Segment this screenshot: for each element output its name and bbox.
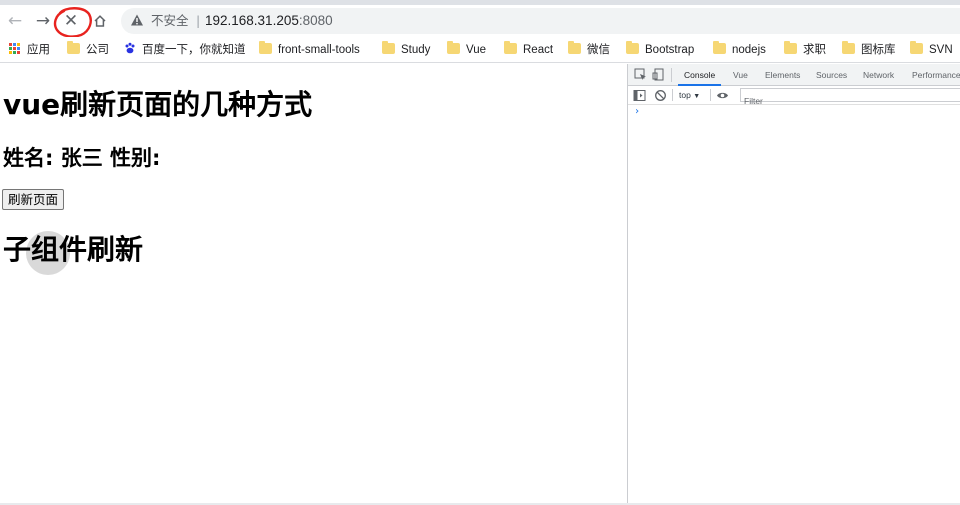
- address-separator: |: [196, 13, 201, 28]
- forward-arrow-icon[interactable]: →: [30, 8, 56, 34]
- bookmark-folder[interactable]: 图标库: [842, 41, 896, 59]
- folder-icon: [842, 41, 855, 54]
- tab-console[interactable]: Console: [678, 64, 722, 86]
- show-sidebar-icon[interactable]: [633, 89, 646, 102]
- folder-icon: [626, 41, 639, 54]
- bookmark-label: Vue: [466, 44, 487, 56]
- warning-triangle-icon: [131, 14, 143, 26]
- bookmark-label: Study: [401, 44, 431, 56]
- bookmark-label: SVN: [929, 44, 953, 56]
- bookmark-baidu[interactable]: 百度一下，你就知道: [124, 41, 246, 59]
- dropdown-arrow-icon: ▼: [693, 93, 701, 100]
- filter-input[interactable]: [741, 95, 960, 107]
- bookmark-folder[interactable]: 求职: [784, 41, 826, 59]
- device-toolbar-icon[interactable]: [652, 68, 665, 81]
- console-toolbar: top ▼: [628, 86, 960, 107]
- url-host: 192.168.31.205: [205, 13, 299, 28]
- clear-console-icon[interactable]: [654, 89, 667, 102]
- devtools-divider: [672, 89, 673, 101]
- devtools-divider: [671, 68, 672, 82]
- person-info: 姓名: 张三 性别:: [3, 146, 161, 170]
- folder-icon: [447, 41, 460, 54]
- bookmarks-bar: 应用 公司 百度一下，你就知道 front-small-tools Study …: [0, 37, 960, 63]
- child-component-title: 子组件刷新: [3, 233, 144, 266]
- tab-vue[interactable]: Vue: [733, 64, 748, 86]
- inspect-element-icon[interactable]: [634, 68, 647, 81]
- bookmark-folder[interactable]: nodejs: [713, 41, 766, 59]
- bookmark-label: nodejs: [732, 44, 766, 56]
- page-title: vue刷新页面的几种方式: [3, 88, 313, 121]
- bookmark-label: 求职: [803, 44, 826, 56]
- tab-sources[interactable]: Sources: [816, 64, 847, 86]
- refresh-page-button[interactable]: 刷新页面: [2, 189, 64, 210]
- bookmark-label: front-small-tools: [278, 44, 360, 56]
- apps-grid-icon: [9, 43, 20, 54]
- bookmark-folder[interactable]: React: [504, 41, 553, 59]
- console-prompt[interactable]: ›: [634, 105, 640, 119]
- url-port: :8080: [298, 13, 333, 28]
- folder-icon: [784, 41, 797, 54]
- stop-loading-icon[interactable]: ✕: [58, 8, 84, 34]
- browser-toolbar: ← → ✕ 不安全 | 192.168.31.205:8080: [0, 5, 960, 38]
- page-viewport: [0, 64, 627, 505]
- bookmark-label: 微信: [587, 44, 610, 56]
- bookmark-label: React: [523, 44, 554, 56]
- bookmark-label: 图标库: [861, 44, 896, 56]
- bookmark-apps[interactable]: 应用: [9, 41, 50, 59]
- bookmark-label: Bootstrap: [645, 44, 695, 56]
- devtools-tabbar: Console Vue Elements Sources Network Per…: [628, 64, 960, 86]
- folder-icon: [382, 41, 395, 54]
- bookmark-folder[interactable]: Bootstrap: [626, 41, 694, 59]
- folder-icon: [910, 41, 923, 54]
- tab-elements[interactable]: Elements: [765, 64, 800, 86]
- bookmark-folder[interactable]: Study: [382, 41, 430, 59]
- eye-icon[interactable]: [716, 89, 729, 102]
- not-secure-label[interactable]: 不安全: [151, 13, 189, 29]
- baidu-paw-icon: [125, 42, 135, 54]
- back-arrow-icon[interactable]: ←: [2, 8, 28, 34]
- address-bar[interactable]: 不安全 | 192.168.31.205:8080: [121, 8, 960, 34]
- folder-icon: [504, 41, 517, 54]
- folder-icon: [67, 41, 80, 54]
- bookmark-folder[interactable]: 微信: [568, 41, 610, 59]
- bookmark-folder[interactable]: Vue: [447, 41, 486, 59]
- devtools-divider: [710, 89, 711, 101]
- devtools-panel: Console Vue Elements Sources Network Per…: [627, 64, 960, 505]
- context-selector[interactable]: top ▼: [679, 90, 700, 102]
- bookmark-label: 应用: [27, 44, 50, 56]
- folder-icon: [568, 41, 581, 54]
- context-value: top: [679, 90, 691, 100]
- folder-icon: [259, 41, 272, 54]
- bookmark-folder[interactable]: front-small-tools: [259, 41, 360, 59]
- bookmark-folder[interactable]: SVN: [910, 41, 953, 59]
- console-filter[interactable]: [740, 88, 960, 107]
- tab-performance[interactable]: Performance: [912, 64, 960, 86]
- bookmark-label: 百度一下，你就知道: [142, 44, 246, 56]
- bookmark-label: 公司: [86, 44, 109, 56]
- home-icon[interactable]: [87, 8, 113, 34]
- url-text[interactable]: 192.168.31.205:8080: [205, 13, 333, 29]
- tab-network[interactable]: Network: [863, 64, 894, 86]
- bookmark-folder[interactable]: 公司: [67, 41, 109, 59]
- folder-icon: [713, 41, 726, 54]
